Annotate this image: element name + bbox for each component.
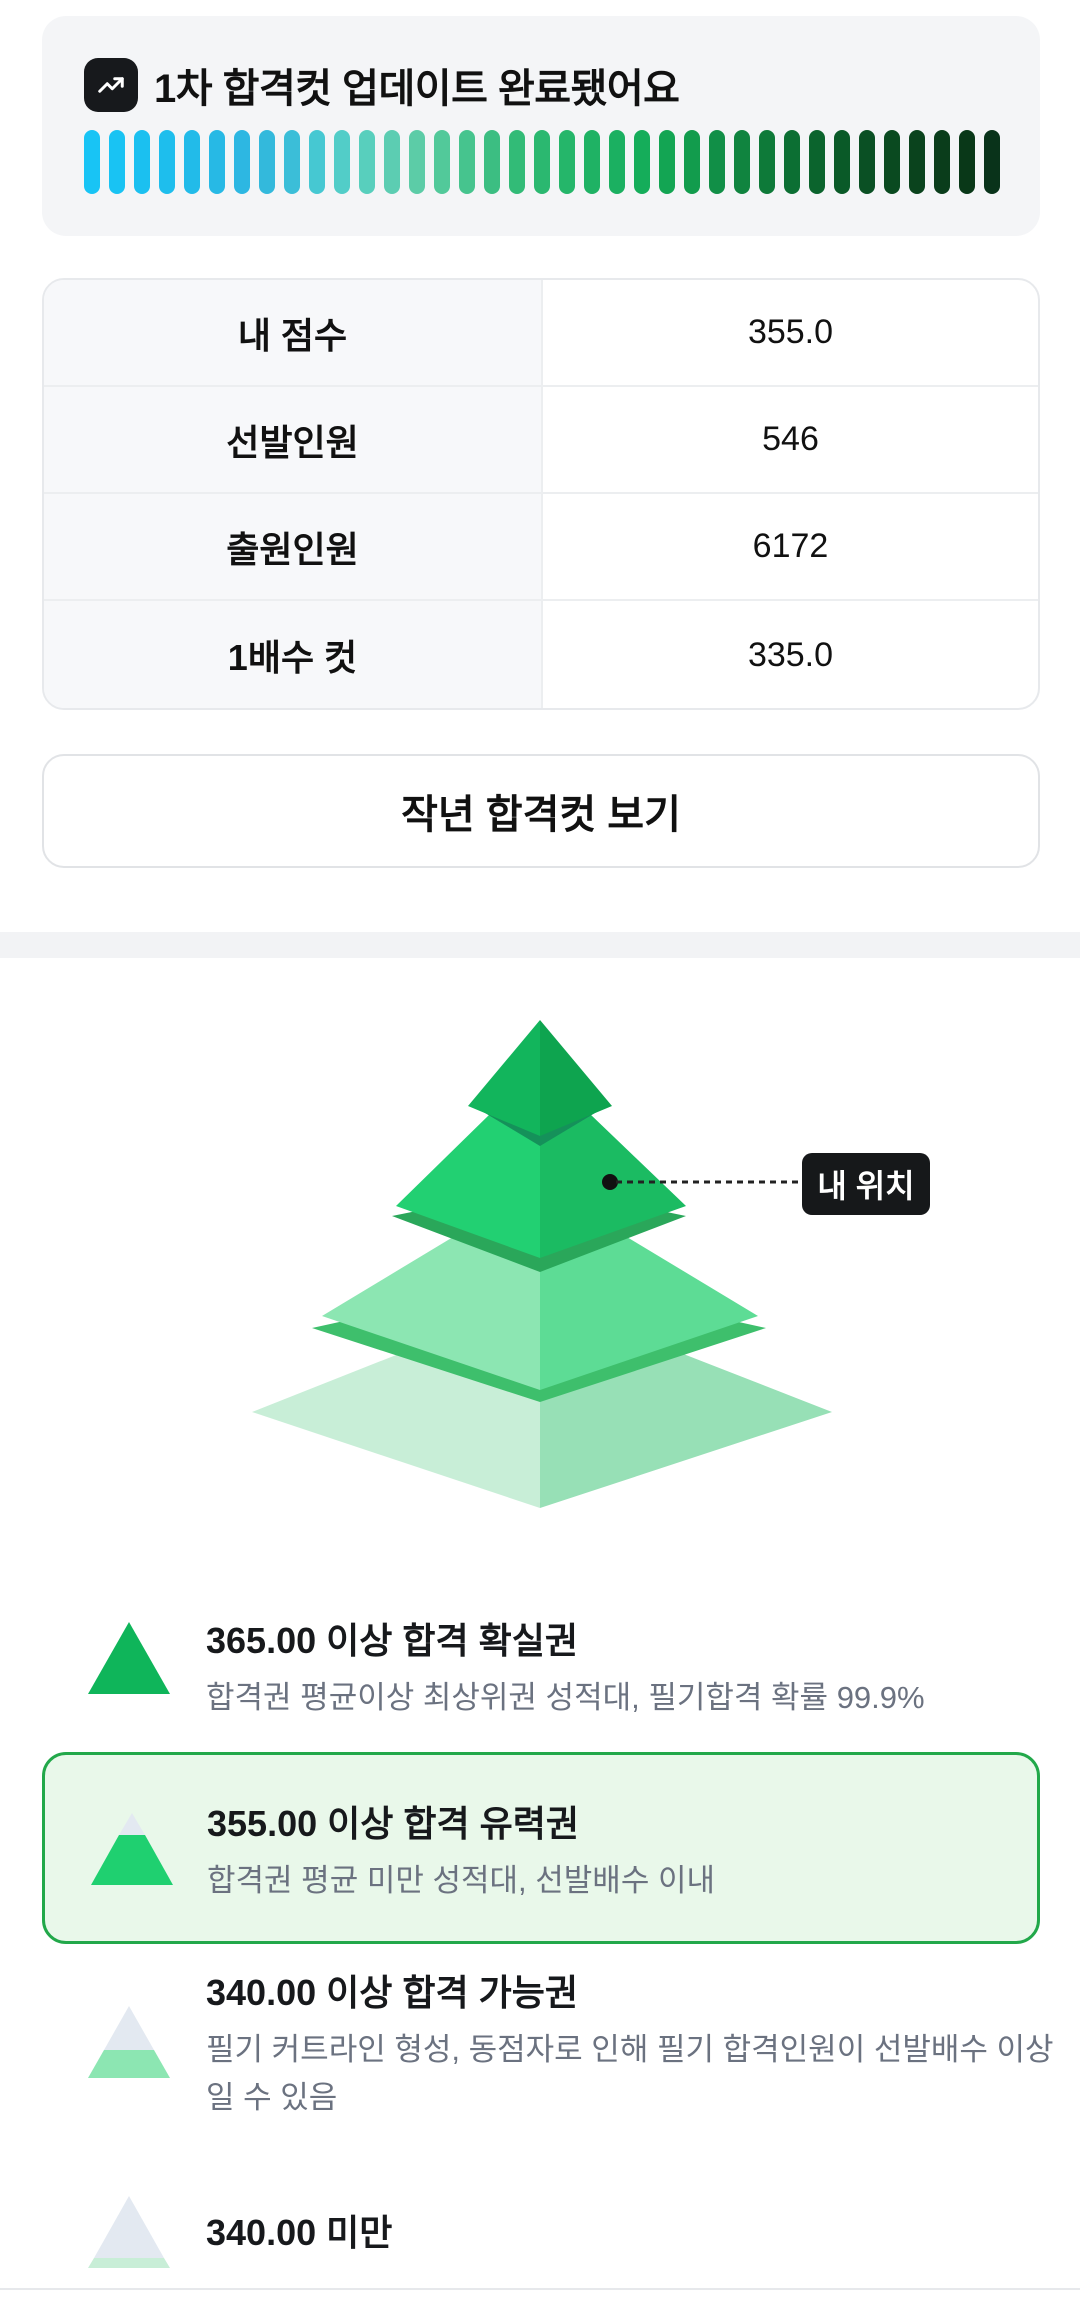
gradient-bar — [484, 130, 500, 194]
row-label: 내 점수 — [44, 280, 543, 385]
row-value: 6172 — [752, 527, 829, 565]
my-position-tag: 내 위치 — [802, 1153, 930, 1215]
legend-title: 365.00 이상 합격 확실권 — [206, 1620, 578, 1661]
gradient-bar — [409, 130, 425, 194]
gradient-bar — [684, 130, 700, 194]
legend-item-tier-2: 355.00 이상 합격 유력권 합격권 평균 미만 성적대, 선발배수 이내 — [42, 1752, 1040, 1944]
gradient-bar — [184, 130, 200, 194]
row-value: 355.0 — [747, 313, 834, 351]
pyramid-tier-1-right — [540, 1020, 612, 1136]
gradient-bar — [859, 130, 875, 194]
legend-item-tier-4: 340.00 미만 — [42, 2180, 1040, 2290]
my-position-dot — [602, 1174, 618, 1190]
legend-title: 340.00 이상 합격 가능권 — [206, 1972, 578, 2013]
row-value: 546 — [762, 420, 819, 458]
gradient-bar — [209, 130, 225, 194]
gradient-bar — [134, 130, 150, 194]
page: 1차 합격컷 업데이트 완료됐어요 내 점수 355.0 선발인원 546 출원… — [0, 0, 1080, 2304]
gradient-bar — [259, 130, 275, 194]
pyramid-illustration — [252, 1020, 832, 1508]
tier-1-pyramid-icon — [88, 1622, 170, 1694]
legend-description: 합격권 평균 미만 성적대, 선발배수 이내 — [207, 1863, 715, 1898]
table-row: 출원인원 6172 — [44, 494, 1038, 601]
gradient-bar — [159, 130, 175, 194]
gradient-bar — [934, 130, 950, 194]
table-row: 내 점수 355.0 — [44, 280, 1038, 387]
gradient-bar — [659, 130, 675, 194]
gradient-bar — [84, 130, 100, 194]
table-row: 1배수 컷 335.0 — [44, 601, 1038, 708]
progress-gradient-bars — [84, 130, 1000, 194]
update-card: 1차 합격컷 업데이트 완료됐어요 — [42, 16, 1040, 236]
legend-description: 필기 커트라인 형성, 동점자로 인해 필기 합격인원이 선발배수 이상일 수 … — [206, 2032, 1054, 2115]
tier-3-pyramid-icon — [88, 2006, 170, 2078]
gradient-bar — [584, 130, 600, 194]
score-pyramid: 내 위치 — [0, 990, 1080, 1550]
score-info-table: 내 점수 355.0 선발인원 546 출원인원 6172 1배수 컷 335.… — [42, 278, 1040, 710]
gradient-bar — [809, 130, 825, 194]
gradient-bar — [359, 130, 375, 194]
bottom-divider — [0, 2288, 1080, 2290]
legend-item-tier-1: 365.00 이상 합격 확실권 합격권 평균이상 최상위권 성적대, 필기합격… — [42, 1590, 1040, 1740]
row-label: 출원인원 — [44, 494, 543, 599]
gradient-bar — [109, 130, 125, 194]
legend-title: 340.00 미만 — [206, 2212, 393, 2253]
gradient-bar — [459, 130, 475, 194]
gradient-bar — [709, 130, 725, 194]
row-value: 335.0 — [747, 635, 834, 674]
gradient-bar — [884, 130, 900, 194]
update-header: 1차 합격컷 업데이트 완료됐어요 — [84, 56, 680, 114]
legend-description: 합격권 평균이상 최상위권 성적대, 필기합격 확률 99.9% — [206, 1680, 925, 1715]
gradient-bar — [509, 130, 525, 194]
gradient-bar — [434, 130, 450, 194]
gradient-bar — [909, 130, 925, 194]
gradient-bar — [959, 130, 975, 194]
gradient-bar — [334, 130, 350, 194]
gradient-bar — [284, 130, 300, 194]
gradient-bar — [784, 130, 800, 194]
row-label: 1배수 컷 — [44, 601, 543, 708]
gradient-bar — [634, 130, 650, 194]
gradient-bar — [984, 130, 1000, 194]
update-title: 1차 합격컷 업데이트 완료됐어요 — [154, 67, 680, 111]
gradient-bar — [734, 130, 750, 194]
tier-4-pyramid-icon — [88, 2196, 170, 2268]
section-divider — [0, 932, 1080, 958]
trending-up-icon — [84, 58, 138, 112]
tier-2-pyramid-icon — [91, 1813, 173, 1885]
pyramid-tier-1-left — [468, 1020, 540, 1136]
gradient-bar — [384, 130, 400, 194]
gradient-bar — [309, 130, 325, 194]
gradient-bar — [609, 130, 625, 194]
row-label: 선발인원 — [44, 387, 543, 492]
gradient-bar — [559, 130, 575, 194]
legend-title: 355.00 이상 합격 유력권 — [207, 1803, 579, 1844]
gradient-bar — [834, 130, 850, 194]
gradient-bar — [234, 130, 250, 194]
legend-item-tier-3: 340.00 이상 합격 가능권 필기 커트라인 형성, 동점자로 인해 필기 … — [42, 1950, 1054, 2140]
last-year-cutoff-button[interactable]: 작년 합격컷 보기 — [42, 754, 1040, 868]
table-row: 선발인원 546 — [44, 387, 1038, 494]
gradient-bar — [759, 130, 775, 194]
gradient-bar — [534, 130, 550, 194]
